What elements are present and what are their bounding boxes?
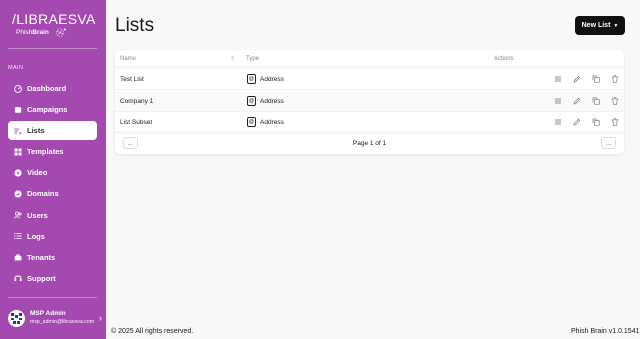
gauge-icon	[14, 84, 22, 93]
address-book-icon: @	[247, 117, 256, 127]
template-icon	[14, 148, 22, 156]
address-book-icon: @	[247, 96, 256, 106]
campaign-icon	[14, 106, 22, 114]
list-name: Company 1	[120, 98, 154, 105]
row-actions	[553, 74, 620, 84]
list-type: @ Address	[247, 96, 284, 106]
table-row[interactable]: Company 1 @ Address	[115, 91, 624, 112]
sidebar-item-dashboard[interactable]: Dashboard	[8, 79, 97, 98]
edit-icon[interactable]	[572, 96, 582, 106]
column-header-actions: Actions	[494, 56, 514, 62]
logs-icon	[14, 232, 22, 240]
user-email: msp_admin@libraesva.com	[30, 319, 95, 325]
footer-version: Phish Brain v1.0.1541	[571, 328, 640, 335]
list-name: Test List	[120, 76, 144, 83]
sort-icon[interactable]: ⇕	[230, 55, 235, 62]
table-row[interactable]: Test List @ Address	[115, 69, 624, 90]
address-book-icon: @	[247, 74, 256, 84]
list-type-label: Address	[260, 75, 284, 83]
sidebar-item-label: Tenants	[27, 252, 56, 262]
chevron-right-icon: ›	[99, 313, 102, 323]
user-name: MSP Admin	[30, 310, 66, 317]
list-icon	[14, 127, 22, 135]
sidebar-item-support[interactable]: Support	[8, 269, 97, 288]
sidebar-item-label: Logs	[27, 231, 45, 241]
view-items-icon[interactable]	[553, 117, 563, 127]
list-name: List Subset	[120, 119, 153, 126]
brain-network-icon	[55, 28, 66, 37]
caret-down-icon: ▼	[613, 22, 619, 29]
user-avatar-icon	[11, 312, 22, 324]
column-header-name[interactable]: Name	[120, 56, 136, 62]
footer-copyright: © 2025 All rights reserved.	[111, 328, 194, 335]
view-items-icon[interactable]	[553, 96, 563, 106]
arrow-right-icon: →	[604, 138, 613, 148]
sidebar-item-templates[interactable]: Templates	[8, 142, 97, 161]
new-list-label: New List	[581, 22, 611, 29]
sidebar-item-label: Video	[27, 168, 48, 178]
table-header: Name ⇕ Type Actions	[115, 50, 624, 68]
list-type: @ Address	[247, 74, 284, 84]
brand-logo: /LIBRAESVA PhishBrain	[12, 12, 98, 37]
sidebar-item-video[interactable]: Video	[8, 163, 97, 182]
next-page-button[interactable]: →	[601, 137, 616, 149]
avatar	[8, 309, 25, 327]
sidebar-item-label: Support	[27, 273, 56, 283]
sidebar-item-label: Lists	[27, 126, 45, 136]
headset-icon	[14, 274, 22, 282]
sidebar: /LIBRAESVA PhishBrain MAIN Dashboard Cam…	[0, 0, 106, 339]
logo-sub: PhishBrain	[16, 28, 98, 37]
logo-sub-light: Phish	[16, 29, 33, 36]
table-row[interactable]: List Subset @ Address	[115, 112, 624, 133]
sidebar-item-campaigns[interactable]: Campaigns	[8, 100, 97, 119]
list-type: @ Address	[247, 117, 284, 127]
section-label: MAIN	[8, 65, 24, 71]
delete-icon[interactable]	[610, 96, 620, 106]
sidebar-item-label: Campaigns	[27, 105, 68, 115]
list-type-label: Address	[260, 97, 284, 105]
page-indicator: Page 1 of 1	[352, 140, 387, 147]
sidebar-item-label: Domains	[27, 189, 59, 199]
column-header-type: Type	[246, 56, 260, 62]
row-actions	[553, 117, 620, 127]
logo-sub-bold: Brain	[32, 29, 49, 36]
delete-icon[interactable]	[610, 74, 620, 84]
sidebar-item-label: Templates	[27, 147, 64, 157]
new-list-button[interactable]: New List ▼	[575, 16, 625, 35]
page-title: Lists	[115, 15, 155, 36]
sidebar-item-label: Users	[27, 210, 48, 220]
sidebar-nav: Dashboard Campaigns Lists Templates Vide…	[8, 79, 97, 290]
list-type-label: Address	[260, 118, 284, 126]
view-items-icon[interactable]	[553, 74, 563, 84]
logo-main-text: /LIBRAESVA	[12, 11, 96, 27]
tenants-icon	[14, 253, 22, 261]
row-actions	[553, 96, 620, 106]
sidebar-item-tenants[interactable]: Tenants	[8, 248, 97, 267]
sidebar-item-users[interactable]: Users	[8, 206, 97, 225]
domain-icon	[14, 190, 22, 198]
user-menu[interactable]: MSP Admin msp_admin@libraesva.com ›	[8, 306, 102, 330]
pagination: ← Page 1 of 1 →	[115, 134, 624, 152]
edit-icon[interactable]	[572, 117, 582, 127]
users-icon	[14, 211, 22, 219]
sidebar-divider	[8, 297, 97, 298]
sidebar-item-lists[interactable]: Lists	[8, 121, 97, 141]
lists-table: Name ⇕ Type Actions Test List @ Address …	[115, 50, 624, 154]
video-icon	[14, 169, 22, 177]
copy-icon[interactable]	[591, 117, 601, 127]
copy-icon[interactable]	[591, 96, 601, 106]
edit-icon[interactable]	[572, 74, 582, 84]
delete-icon[interactable]	[610, 117, 620, 127]
sidebar-divider	[8, 48, 97, 49]
copy-icon[interactable]	[591, 74, 601, 84]
sidebar-item-domains[interactable]: Domains	[8, 184, 97, 203]
sidebar-item-label: Dashboard	[27, 84, 67, 93]
sidebar-item-logs[interactable]: Logs	[8, 227, 97, 246]
